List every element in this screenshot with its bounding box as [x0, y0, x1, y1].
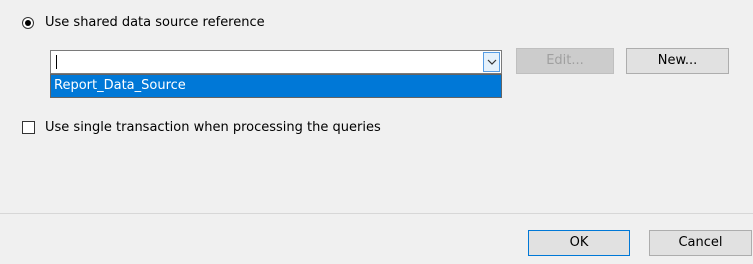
new-button[interactable]: New... — [626, 48, 729, 74]
shared-data-source-label[interactable]: Use shared data source reference — [45, 15, 265, 31]
single-transaction-label[interactable]: Use single transaction when processing t… — [45, 120, 381, 136]
single-transaction-checkbox[interactable] — [22, 121, 35, 134]
combobox-dropdown-button[interactable] — [483, 52, 500, 72]
radio-selected-dot — [25, 20, 31, 26]
shared-data-source-radio[interactable] — [22, 17, 34, 29]
footer-divider — [0, 213, 753, 214]
cancel-button[interactable]: Cancel — [649, 230, 752, 256]
text-caret — [56, 55, 57, 69]
data-source-input[interactable] — [53, 52, 479, 72]
ok-button[interactable]: OK — [528, 230, 630, 256]
chevron-down-icon — [487, 59, 497, 65]
data-source-dropdown-list: Report_Data_Source — [50, 74, 502, 98]
dropdown-item-report-data-source[interactable]: Report_Data_Source — [51, 75, 501, 97]
data-source-combobox[interactable] — [50, 50, 502, 74]
edit-button[interactable]: Edit... — [516, 48, 614, 74]
